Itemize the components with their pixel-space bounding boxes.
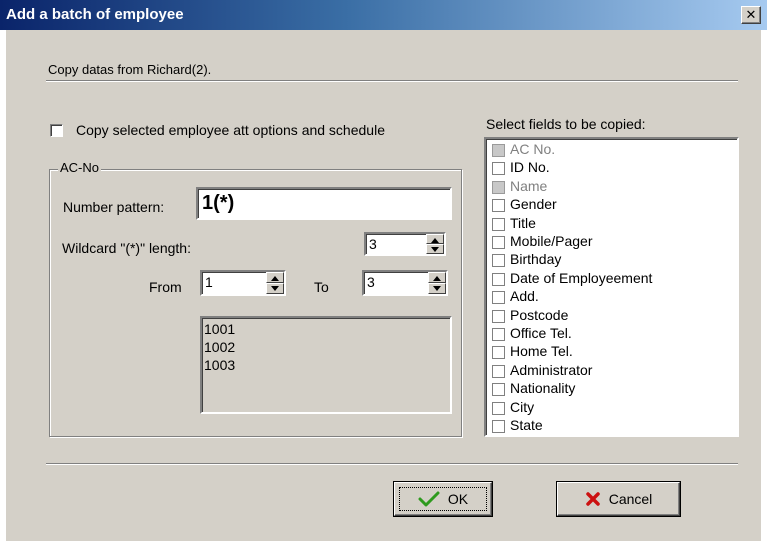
preview-item: 1001 — [204, 321, 236, 337]
field-checkbox[interactable] — [492, 217, 505, 231]
field-checkbox[interactable] — [492, 401, 505, 415]
arrow-down-icon — [431, 247, 439, 252]
field-checkbox[interactable] — [492, 420, 505, 433]
field-label: Title — [510, 214, 536, 231]
arrow-down-icon — [271, 286, 279, 291]
from-value: 1 — [205, 274, 213, 290]
preview-item: 1003 — [204, 357, 236, 373]
field-label: AC No. — [510, 141, 556, 157]
field-checkbox[interactable] — [492, 364, 505, 378]
fields-panel-label: Select fields to be copied: — [486, 116, 646, 132]
field-label: Date of Employeement — [510, 269, 653, 286]
field-label: Name — [510, 177, 548, 194]
arrow-up-icon — [433, 276, 441, 281]
field-label: Home Tel. — [510, 343, 573, 360]
field-checkbox[interactable] — [492, 291, 505, 305]
wildcard-up-button[interactable] — [426, 234, 444, 244]
number-pattern-input[interactable]: 1(*) — [196, 187, 452, 220]
from-down-button[interactable] — [266, 283, 284, 294]
field-checkbox[interactable] — [492, 328, 505, 341]
wildcard-length-label: Wildcard "(*)" length: — [62, 240, 191, 256]
preview-item: 1002 — [204, 339, 236, 355]
arrow-down-icon — [433, 286, 441, 291]
field-checkbox[interactable] — [492, 309, 505, 323]
copy-options-label: Copy selected employee att options and s… — [76, 122, 385, 138]
cancel-button[interactable]: Cancel — [557, 482, 680, 516]
ac-no-preview-list[interactable]: 1001 1002 1003 — [200, 316, 452, 414]
field-label: Mobile/Pager — [510, 233, 593, 249]
to-label: To — [314, 279, 329, 295]
field-checkbox[interactable] — [492, 199, 505, 213]
wildcard-down-button[interactable] — [426, 244, 444, 254]
to-value: 3 — [367, 274, 375, 290]
footer-separator — [46, 463, 738, 465]
field-checkbox[interactable] — [492, 383, 505, 397]
title-bar[interactable]: Add a batch of employee ✕ — [0, 0, 767, 30]
number-pattern-value: 1(*) — [202, 192, 235, 214]
window-title: Add a batch of employee — [6, 6, 184, 23]
field-label: Gender — [510, 196, 557, 213]
number-pattern-label: Number pattern: — [63, 199, 165, 215]
to-down-button[interactable] — [428, 283, 446, 294]
copy-options-checkbox[interactable] — [50, 124, 63, 137]
field-checkbox — [492, 144, 505, 157]
wildcard-length-value: 3 — [369, 236, 377, 252]
to-stepper[interactable]: 3 — [362, 270, 448, 296]
close-button[interactable]: ✕ — [741, 6, 761, 24]
to-up-button[interactable] — [428, 272, 446, 283]
field-label: Nationality — [510, 380, 576, 397]
ok-label: OK — [447, 491, 469, 507]
arrow-up-icon — [271, 276, 279, 281]
field-checkbox[interactable] — [492, 236, 505, 249]
field-label: Birthday — [510, 251, 562, 268]
fields-checklist[interactable]: AC No. ID No. Name Gender Title Mobile/Pager B… — [484, 137, 739, 437]
field-checkbox[interactable] — [492, 162, 505, 176]
field-label: Postcode — [510, 306, 569, 323]
field-label: ID No. — [510, 159, 550, 176]
ok-button[interactable]: OK — [394, 482, 492, 516]
copy-source-text: Copy datas from Richard(2). — [48, 62, 212, 77]
field-label: Add. — [510, 288, 539, 305]
field-label: Administrator — [510, 361, 593, 378]
checkmark-icon — [418, 491, 440, 507]
from-label: From — [149, 279, 182, 295]
ac-no-legend: AC-No — [58, 160, 102, 175]
field-label: State — [510, 417, 543, 433]
arrow-up-icon — [431, 238, 439, 243]
field-label: Office Tel. — [510, 325, 572, 341]
field-checkbox — [492, 180, 505, 194]
wildcard-length-stepper[interactable]: 3 — [364, 232, 446, 256]
from-stepper[interactable]: 1 — [200, 270, 286, 296]
close-icon: ✕ — [745, 7, 757, 22]
red-x-icon — [585, 492, 600, 506]
cancel-label: Cancel — [608, 491, 653, 507]
field-label: City — [510, 398, 535, 415]
from-up-button[interactable] — [266, 272, 284, 283]
field-checkbox[interactable] — [492, 346, 505, 360]
field-checkbox[interactable] — [492, 272, 505, 286]
preview-items: 1001 1002 1003 — [204, 320, 235, 374]
field-checkbox[interactable] — [492, 254, 505, 268]
header-separator — [46, 80, 738, 82]
